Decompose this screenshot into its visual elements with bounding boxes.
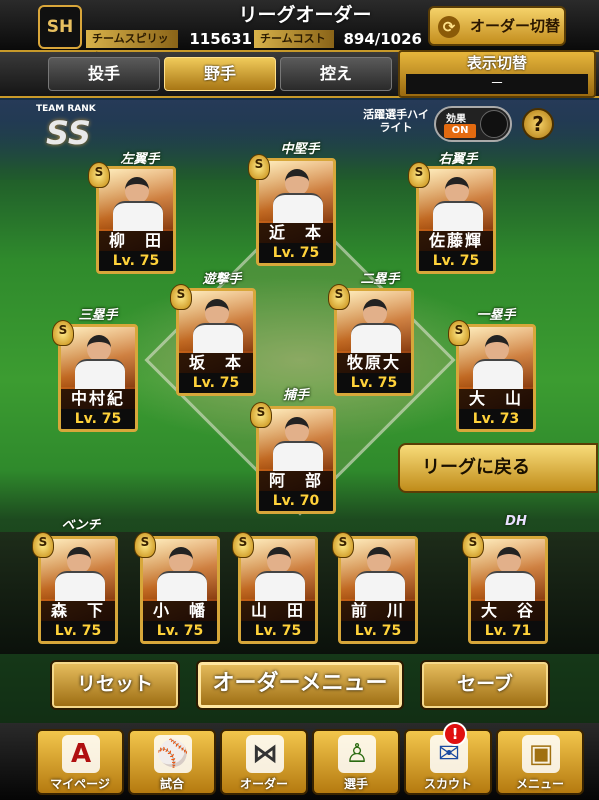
player-level: Lv. 75 [337,373,411,393]
menu-icon: ▣ [522,735,560,773]
order-swap-label: オーダー切替 [470,17,561,35]
player-level: Lv. 75 [259,243,333,263]
player-level: Lv. 75 [41,621,115,641]
display-toggle[interactable]: 表示切替 － [398,50,596,98]
order-icon: ⋈ [246,735,284,773]
player-level: Lv. 75 [143,621,217,641]
player-name: 山 田 [241,601,315,621]
player-name: 柳 田 [99,231,173,251]
player-name: 前 川 [341,601,415,621]
rarity-badge-icon: S [328,284,350,310]
highlight-toggle-state: ON [444,124,476,138]
player-name: 坂 本 [179,353,253,373]
stadium-icon: ⚾ [154,735,192,773]
mypage-icon: A [62,735,100,773]
player-level: Lv. 75 [241,621,315,641]
rarity-badge-icon: S [32,532,54,558]
tab-reserve[interactable]: 控え [280,57,392,91]
team-rank-label: TEAM RANK [36,104,96,114]
player-name: 小 幡 [143,601,217,621]
highlight-toggle-caption: 効果 [446,114,466,125]
tab-pitcher[interactable]: 投手 [48,57,160,91]
player-level: Lv. 75 [99,251,173,271]
highlight-label: 活躍選手ハイライト [363,108,429,134]
nav-label: 選手 [343,777,368,791]
nav-order[interactable]: ⋈ オーダー [220,729,308,795]
bottom-nav: A マイページ ⚾ 試合 ⋈ オーダー ♙ 選手 ✉ スカウト ▣ メニュー [0,723,599,800]
player-level: Lv. 71 [471,621,545,641]
nav-label: マイページ [50,777,110,791]
rarity-badge-icon: S [250,402,272,428]
position-label-dh: DH [505,514,527,529]
player-level: Lv. 75 [61,409,135,429]
player-level: Lv. 75 [419,251,493,271]
position-label-3b: 三塁手 [78,308,118,323]
nav-players[interactable]: ♙ 選手 [312,729,400,795]
team-cost-value: 894/1026 [343,30,422,48]
player-photo [419,169,493,231]
position-label-2b: 二塁手 [360,272,400,287]
rarity-badge-icon: S [232,532,254,558]
rarity-badge-icon: S [52,320,74,346]
position-label-lf: 左翼手 [120,152,160,167]
position-label-1b: 一塁手 [476,308,516,323]
player-photo [99,169,173,231]
position-label-ss: 遊撃手 [202,272,242,287]
toggle-knob [480,110,508,138]
player-name: 阿 部 [259,471,333,491]
rarity-badge-icon: S [448,320,470,346]
team-spirits-value: 115631 [189,30,252,48]
player-name: 大 谷 [471,601,545,621]
player-level: Lv. 75 [179,373,253,393]
nav-label: スカウト [423,777,472,791]
help-icon[interactable]: ? [522,108,554,140]
rarity-badge-icon: S [134,532,156,558]
player-photo [459,327,533,389]
rarity-badge-icon: S [462,532,484,558]
display-toggle-value: － [406,74,588,94]
rarity-badge-icon: S [408,162,430,188]
page-title: リーグオーダー [238,4,372,26]
display-toggle-title: 表示切替 [466,54,527,72]
notification-badge-icon: ! [443,722,467,746]
player-name: 近 本 [259,223,333,243]
position-label-cf: 中堅手 [280,142,320,157]
team-logo: SH [38,5,82,49]
player-name: 佐藤輝 [419,231,493,251]
nav-label: 試合 [159,777,184,791]
player-level: Lv. 70 [259,491,333,511]
rarity-badge-icon: S [248,154,270,180]
tab-fielder[interactable]: 野手 [164,57,276,91]
order-menu-button[interactable]: オーダーメニュー [196,660,404,710]
header-bar: SH リーグオーダー チームスピリッツ 115631 チームコスト 894/10… [0,0,599,63]
rarity-badge-icon: S [332,532,354,558]
save-button[interactable]: セーブ [420,660,550,710]
rarity-badge-icon: S [170,284,192,310]
player-level: Lv. 75 [341,621,415,641]
player-name: 森 下 [41,601,115,621]
return-to-league-button[interactable]: リーグに戻る [398,443,598,493]
rarity-badge-icon: S [88,162,110,188]
order-swap-button[interactable]: ⟳ オーダー切替 [428,6,566,46]
cycle-icon: ⟳ [438,16,460,38]
position-label-bench: ベンチ [61,518,101,533]
player-name: 牧原大 [337,353,411,373]
nav-label: オーダー [239,777,288,791]
team-rank: TEAM RANK SS [36,104,108,152]
player-photo [259,161,333,223]
highlight-toggle[interactable]: 効果 ON [434,106,512,142]
position-label-c: 捕手 [282,388,309,403]
player-name: 中村紀 [61,389,135,409]
player-icon: ♙ [338,735,376,773]
nav-label: メニュー [515,777,564,791]
nav-mypage[interactable]: A マイページ [36,729,124,795]
player-level: Lv. 73 [459,409,533,429]
nav-game[interactable]: ⚾ 試合 [128,729,216,795]
team-rank-value: SS [46,114,91,152]
reset-button[interactable]: リセット [50,660,180,710]
nav-menu[interactable]: ▣ メニュー [496,729,584,795]
player-name: 大 山 [459,389,533,409]
position-label-rf: 右翼手 [438,152,478,167]
